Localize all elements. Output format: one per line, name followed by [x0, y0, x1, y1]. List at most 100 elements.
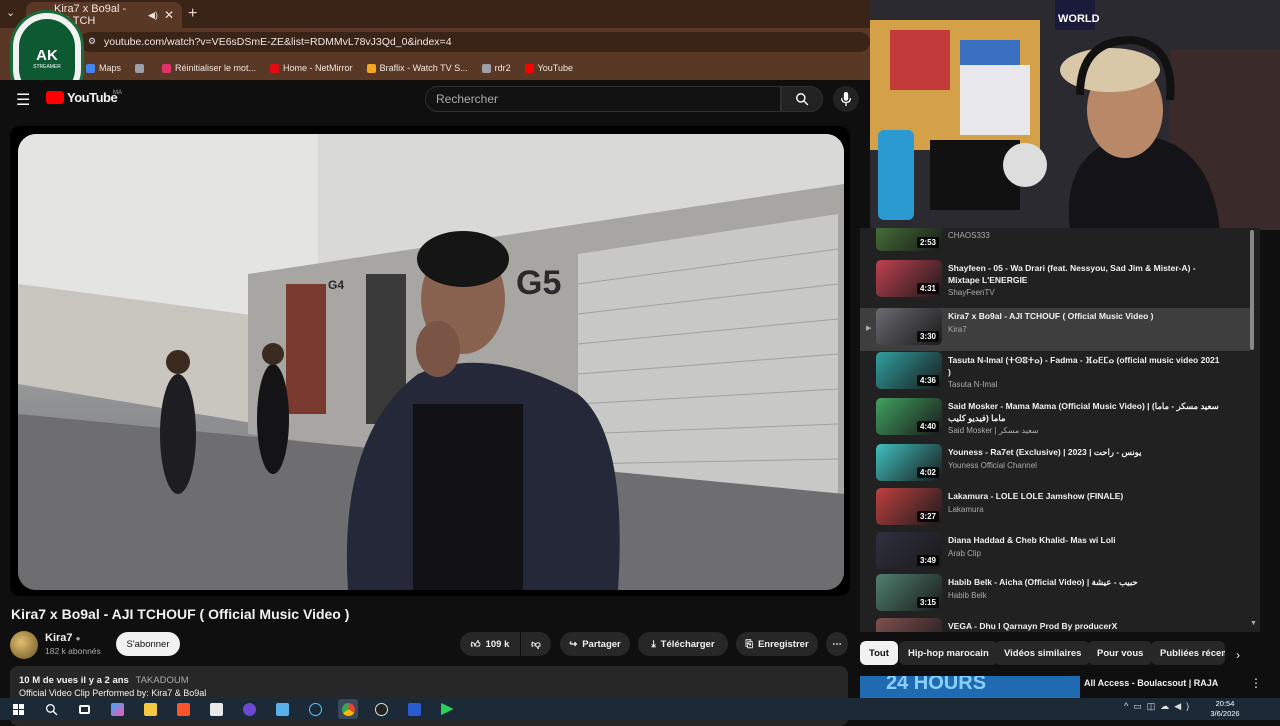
playlist-thumbnail: 3:15 — [876, 574, 942, 611]
playlist-duration: 3:30 — [916, 331, 939, 342]
like-button[interactable]: 👍︎ 109 k — [460, 632, 520, 656]
voice-search-button[interactable] — [833, 86, 859, 112]
steam-icon[interactable] — [305, 699, 325, 719]
chip-similar-videos[interactable]: Vidéos similaires — [995, 641, 1091, 665]
download-button[interactable]: ⤓ Télécharger — [638, 632, 728, 656]
bookmarks-bar: Maps Réinitialiser le mot... Home - NetMir… — [0, 56, 870, 80]
playlist-duration: 4:36 — [916, 375, 939, 386]
playlist-duration: 2:53 — [916, 237, 939, 248]
playlist-item[interactable]: VEGA - Dhu l Qarnayn Prod By producerX — [860, 618, 1250, 632]
chip-moroccan-hiphop[interactable]: Hip-hop marocain — [899, 641, 998, 665]
menu-icon[interactable]: ☰ — [16, 90, 30, 110]
clock-time: 20:54 — [1215, 699, 1235, 708]
webcam-scene-illustration: WORLD — [870, 0, 1280, 230]
microphone-icon — [840, 92, 852, 106]
bookmark-item[interactable]: Home - NetMirror — [270, 63, 353, 73]
playlist-title: Shayfeen - 05 - Wa Drari (feat. Nessyou,… — [948, 263, 1196, 285]
more-vert-icon[interactable]: ⋮ — [1250, 676, 1262, 690]
bookmark-item[interactable]: rdr2 — [481, 63, 511, 73]
dislike-button[interactable]: 👎︎ — [521, 632, 551, 656]
share-button[interactable]: ↪ Partager — [560, 632, 630, 656]
download-label: Télécharger — [660, 638, 715, 650]
playlist-title: Youness - Ra7et (Exclusive) | 2023 | يون… — [948, 447, 1142, 457]
share-icon: ↪ — [569, 638, 578, 650]
playlist-title: Said Mosker - Mama Mama (Official Music … — [948, 401, 1219, 423]
playlist-item[interactable]: ▶ 3:30 Kira7 x Bo9al - AJI TCHOUF ( Offici… — [860, 308, 1250, 351]
playlist-thumbnail: 2:53 — [876, 228, 942, 251]
audio-icon[interactable]: ◀) — [148, 10, 158, 21]
windows-start-icon[interactable] — [8, 699, 28, 719]
bookmark-label: rdr2 — [494, 63, 511, 73]
new-tab-button[interactable]: + — [188, 5, 197, 23]
chip-for-you[interactable]: Pour vous — [1088, 641, 1153, 665]
search-input[interactable]: Rechercher — [425, 86, 781, 112]
video-title: Kira7 x Bo9al - AJI TCHOUF ( Official Mu… — [11, 606, 350, 622]
save-button[interactable]: ⎘ Enregistrer — [736, 632, 818, 656]
now-playing-icon: ▶ — [866, 325, 872, 332]
playlist-title: Diana Haddad & Cheb Khalid- Mas wi Loli — [948, 535, 1116, 545]
app-blue-icon[interactable] — [404, 699, 424, 719]
chip-recent[interactable]: Publiées récem — [1151, 641, 1225, 665]
bookmark-icon: ⎘ — [745, 638, 753, 650]
video-player[interactable]: G5 G4 — [10, 126, 850, 596]
bookmark-item[interactable] — [135, 63, 148, 73]
playlist-item[interactable]: 4:02 Youness - Ra7et (Exclusive) | 2023 |… — [860, 444, 1250, 487]
bookmark-item[interactable]: Maps — [86, 63, 121, 73]
playlist-item[interactable]: 3:15 Habib Belk - Aicha (Official Video) … — [860, 574, 1250, 617]
thumbs-up-icon: 👍︎ — [470, 639, 481, 650]
bookmark-favicon-icon — [481, 63, 491, 73]
bookmark-item[interactable]: YouTube — [524, 63, 573, 73]
windows-taskbar — [0, 698, 1280, 720]
playlist-item[interactable]: 4:36 Tasuta N-Imal (ⵜⵙⵓⵜⴰ) - Fadma - ⴼⴰⴹⵎ… — [860, 352, 1250, 395]
site-info-icon[interactable]: ⚙ — [88, 36, 96, 47]
playlist-scrollbar[interactable] — [1250, 230, 1254, 350]
playlist-thumbnail — [876, 618, 942, 632]
search-button[interactable] — [781, 86, 823, 112]
playlist-item[interactable]: 4:31 Shayfeen - 05 - Wa Drari (feat. Ness… — [860, 260, 1250, 303]
bookmark-item[interactable]: Braflix - Watch TV S... — [366, 63, 468, 73]
bookmark-item[interactable]: Réinitialiser le mot... — [162, 63, 256, 73]
taskbar-clock[interactable]: 20:54 3/6/2026 — [1200, 699, 1250, 719]
recommended-title[interactable]: All Access - Boulacsout | RAJA — [1084, 678, 1218, 688]
chrome-icon[interactable] — [338, 699, 358, 719]
task-view-icon[interactable] — [74, 699, 94, 719]
file-explorer-icon[interactable] — [140, 699, 160, 719]
playlist-channel: CHAOS333 — [948, 231, 990, 240]
recommended-thumbnail[interactable]: 24 HOURS — [860, 676, 1080, 698]
more-actions-button[interactable]: ⋯ — [826, 632, 848, 656]
youtube-logo[interactable]: YouTube — [46, 90, 118, 105]
chip-all[interactable]: Tout — [860, 641, 898, 665]
bookmark-favicon-icon — [366, 63, 376, 73]
tab-close-icon[interactable]: ✕ — [164, 8, 174, 22]
streamer-logo-sub: STREAMER — [33, 63, 61, 70]
media-player-icon[interactable] — [437, 699, 457, 719]
tab-search-chevron-icon[interactable]: ⌄ — [6, 6, 15, 19]
bookmark-label: Réinitialiser le mot... — [175, 63, 257, 73]
playlist-item[interactable]: 3:27 Lakamura - LOLE LOLE Jamshow (FINALE… — [860, 488, 1250, 531]
channel-name[interactable]: Kira7 ● — [45, 632, 80, 644]
playlist-item[interactable]: 4:40 Said Mosker - Mama Mama (Official Mu… — [860, 398, 1250, 441]
subscribe-button[interactable]: S'abonner — [116, 632, 180, 656]
obs-icon[interactable] — [371, 699, 391, 719]
playlist-title: Lakamura - LOLE LOLE Jamshow (FINALE) — [948, 491, 1124, 501]
channel-avatar[interactable] — [10, 631, 38, 659]
playlist-duration: 3:15 — [916, 597, 939, 608]
chevron-right-icon[interactable]: › — [1236, 648, 1240, 662]
video-tag[interactable]: TAKADOUM — [135, 675, 188, 686]
address-bar-url[interactable]: youtube.com/watch?v=VE6sDSmE-ZE&list=RDM… — [80, 32, 870, 52]
channel-name-text: Kira7 — [45, 632, 73, 644]
store-icon[interactable] — [206, 699, 226, 719]
system-tray-icons[interactable]: ^▭◫☁◀) — [1124, 701, 1194, 712]
copilot-icon[interactable] — [107, 699, 127, 719]
brave-icon[interactable] — [173, 699, 193, 719]
youtube-logo-text: YouTube — [67, 90, 118, 105]
search-taskbar-icon[interactable] — [41, 699, 61, 719]
playlist-item[interactable]: 3:49 Diana Haddad & Cheb Khalid- Mas wi L… — [860, 532, 1250, 575]
app-icon[interactable] — [239, 699, 259, 719]
playlist-item[interactable]: 2:53CHAOS - Tennis (Official Video)CHAOS… — [860, 228, 1250, 257]
playlist-channel: ShayFeenTV — [948, 288, 995, 297]
scroll-down-icon[interactable]: ▼ — [1250, 620, 1257, 627]
notepad-icon[interactable] — [272, 699, 292, 719]
playlist-channel: Kira7 — [948, 325, 967, 334]
video-frame: G5 G4 — [18, 134, 844, 590]
